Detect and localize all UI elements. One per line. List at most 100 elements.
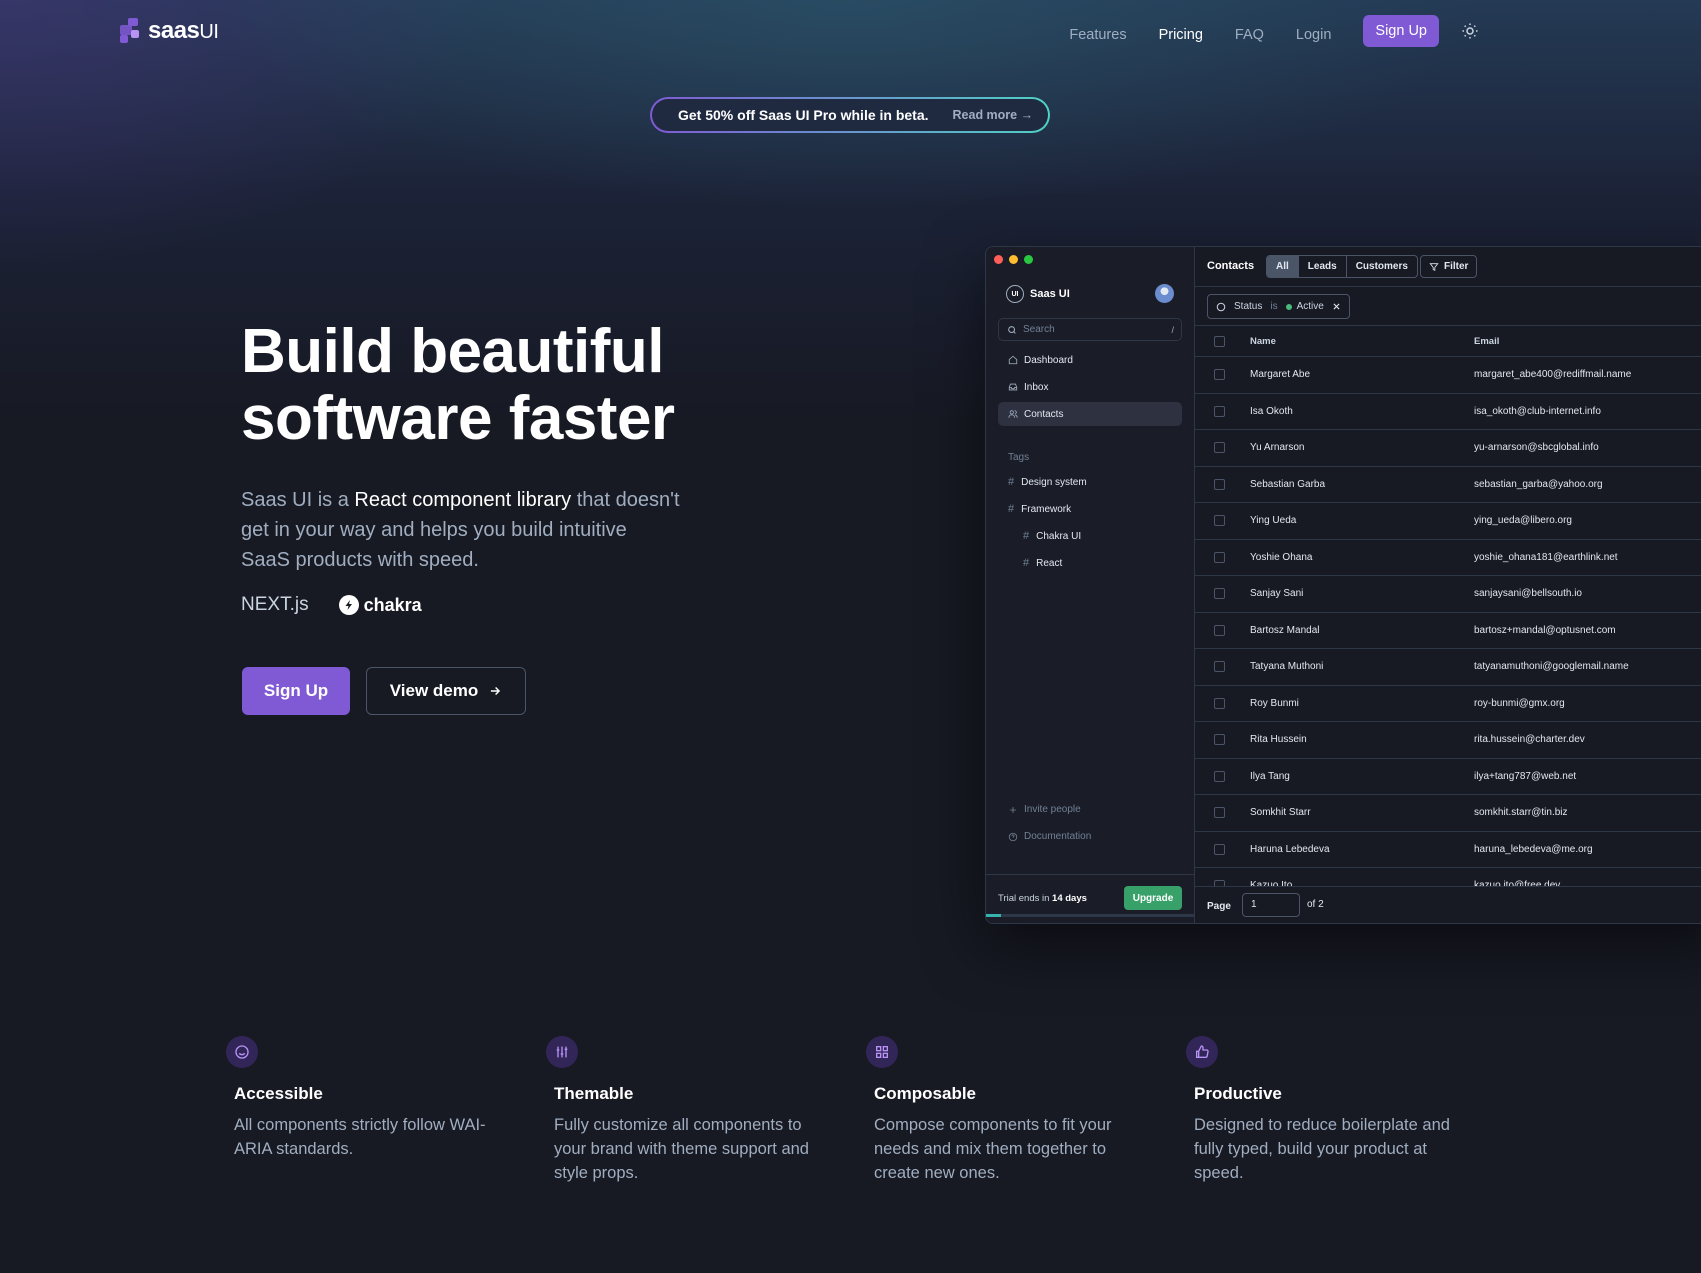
app-brand[interactable]: UI Saas UI (1006, 285, 1070, 303)
sidebar-search-input[interactable]: Search / (998, 318, 1182, 341)
contact-email: sebastian_garba@yahoo.org (1474, 478, 1603, 490)
upgrade-button[interactable]: Upgrade (1124, 886, 1182, 910)
row-checkbox[interactable] (1214, 442, 1225, 453)
nav-link-features[interactable]: Features (1069, 27, 1126, 43)
feature-title: Themable (554, 1084, 634, 1103)
sidebar-item-dashboard[interactable]: Dashboard (998, 348, 1182, 372)
tab-leads[interactable]: Leads (1299, 256, 1347, 277)
inbox-icon (1008, 383, 1018, 391)
tag-framework[interactable]: # Framework (1008, 503, 1071, 515)
column-header-email[interactable]: Email (1474, 336, 1499, 347)
segment-control: All Leads Customers (1266, 255, 1418, 278)
hero-title: Build beautiful software faster (241, 318, 675, 452)
filter-value-label: Active (1296, 301, 1324, 312)
documentation-link[interactable]: Documentation (1008, 831, 1091, 842)
filter-icon (1429, 262, 1439, 271)
table-row[interactable]: Haruna Lebedeva haruna_lebedeva@me.org (1195, 832, 1701, 868)
table-row[interactable]: Ying Ueda ying_ueda@libero.org (1195, 503, 1701, 540)
contact-email: isa_okoth@club-internet.info (1474, 405, 1601, 417)
feature-title: Composable (874, 1084, 977, 1103)
thumbs-up-icon (1186, 1036, 1218, 1068)
close-icon[interactable] (1332, 302, 1341, 311)
contact-name: Margaret Abe (1250, 369, 1311, 380)
sidebar-item-label: Inbox (1024, 381, 1049, 393)
row-checkbox[interactable] (1214, 478, 1225, 490)
select-all-checkbox[interactable] (1214, 336, 1225, 347)
tag-react[interactable]: # React (1023, 557, 1062, 569)
nav-link-pricing[interactable]: Pricing (1159, 27, 1203, 43)
banner-read-more-link[interactable]: Read more → (953, 108, 1034, 122)
table-row[interactable]: Sebastian Garba sebastian_garba@yahoo.org (1195, 467, 1701, 503)
contact-name: Ilya Tang (1250, 770, 1290, 782)
table-row[interactable]: Sanjay Sani sanjaysani@bellsouth.io (1195, 576, 1701, 613)
contact-name: Rita Hussein (1250, 734, 1307, 745)
contact-name: Somkhit Starr (1250, 807, 1311, 818)
tab-all[interactable]: All (1267, 256, 1299, 277)
promo-banner[interactable]: Get 50% off Saas UI Pro while in beta. R… (650, 97, 1050, 133)
hash-icon: # (1008, 476, 1015, 488)
table-row[interactable]: Rita Hussein rita.hussein@charter.dev (1195, 722, 1701, 759)
hero-description: Saas UI is a React component library tha… (241, 485, 681, 575)
contact-email: sanjaysani@bellsouth.io (1474, 588, 1582, 599)
nav-link-faq[interactable]: FAQ (1235, 27, 1264, 43)
feature-accessible: Accessible All components strictly follo… (226, 1036, 524, 1161)
hash-icon: # (1008, 503, 1015, 515)
contact-name: Haruna Lebedeva (1250, 843, 1330, 855)
trial-progress-fill (986, 914, 1001, 917)
filter-button[interactable]: Filter (1420, 255, 1478, 278)
table-row[interactable]: Ilya Tang ilya+tang787@web.net (1195, 759, 1701, 795)
row-checkbox[interactable] (1214, 405, 1225, 417)
search-shortcut: / (1171, 324, 1174, 335)
hero-title-line-1: Build beautiful (241, 317, 665, 386)
contact-email: yoshie_ohana181@earthlink.net (1474, 551, 1618, 563)
app-brand-icon: UI (1006, 285, 1024, 303)
active-filter-chip[interactable]: Status is Active (1207, 294, 1350, 319)
tag-design-system[interactable]: # Design system (1008, 476, 1087, 488)
table-row[interactable]: Margaret Abe margaret_abe400@rediffmail.n… (1195, 357, 1701, 394)
row-checkbox[interactable] (1214, 734, 1225, 745)
row-checkbox[interactable] (1214, 807, 1225, 818)
hero-signup-button[interactable]: Sign Up (242, 667, 350, 715)
nav-signup-button[interactable]: Sign Up (1363, 15, 1439, 47)
toolbar-title: Contacts (1207, 260, 1255, 272)
tab-customers[interactable]: Customers (1347, 256, 1417, 277)
table-row[interactable]: Isa Okoth isa_okoth@club-internet.info (1195, 394, 1701, 430)
sidebar-item-contacts[interactable]: Contacts (998, 402, 1182, 426)
invite-people-label: Invite people (1024, 804, 1081, 815)
sidebar-item-label: Contacts (1024, 408, 1064, 420)
invite-people-link[interactable]: Invite people (1008, 804, 1081, 815)
tag-chakra-ui[interactable]: # Chakra UI (1023, 530, 1081, 542)
row-checkbox[interactable] (1214, 697, 1225, 709)
sun-icon[interactable] (1461, 22, 1479, 40)
row-checkbox[interactable] (1214, 770, 1225, 782)
row-checkbox[interactable] (1214, 551, 1225, 563)
documentation-label: Documentation (1024, 831, 1092, 842)
row-checkbox[interactable] (1214, 843, 1225, 855)
table-row[interactable]: Roy Bunmi roy-bunmi@gmx.org (1195, 686, 1701, 722)
row-checkbox[interactable] (1214, 624, 1225, 636)
table-row[interactable]: Somkhit Starr somkhit.starr@tin.biz (1195, 795, 1701, 832)
contact-email: tatyanamuthoni@googlemail.name (1474, 661, 1629, 672)
view-demo-button[interactable]: View demo (366, 667, 526, 715)
sidebar-item-inbox[interactable]: Inbox (998, 375, 1182, 399)
maximize-dot-icon[interactable] (1024, 255, 1033, 264)
row-checkbox[interactable] (1214, 661, 1225, 672)
column-header-name[interactable]: Name (1250, 336, 1276, 347)
feature-productive: Productive Designed to reduce boilerplat… (1186, 1036, 1484, 1185)
row-checkbox[interactable] (1214, 588, 1225, 599)
page-input[interactable]: 1 (1242, 893, 1300, 917)
hash-icon: # (1023, 530, 1030, 542)
table-row[interactable]: Yoshie Ohana yoshie_ohana181@earthlink.ne… (1195, 540, 1701, 576)
chakra-logo-text: chakra (363, 594, 422, 615)
tags-section-label: Tags (1008, 452, 1030, 463)
table-row[interactable]: Yu Arnarson yu-arnarson@sbcglobal.info (1195, 430, 1701, 467)
row-checkbox[interactable] (1214, 515, 1225, 526)
table-row[interactable]: Tatyana Muthoni tatyanamuthoni@googlemail… (1195, 649, 1701, 686)
table-row[interactable]: Bartosz Mandal bartosz+mandal@optusnet.co… (1195, 613, 1701, 649)
row-checkbox[interactable] (1214, 369, 1225, 380)
nav-link-login[interactable]: Login (1296, 27, 1331, 43)
minimize-dot-icon[interactable] (1009, 255, 1018, 264)
close-dot-icon[interactable] (994, 255, 1003, 264)
avatar[interactable] (1155, 284, 1174, 303)
logo[interactable]: saasUI (120, 17, 219, 45)
